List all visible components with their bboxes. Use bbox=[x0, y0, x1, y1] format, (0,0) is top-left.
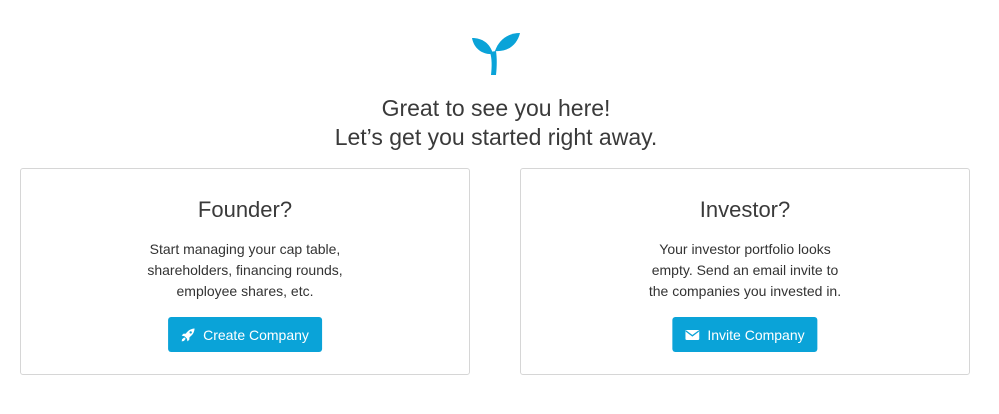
invite-company-label: Invite Company bbox=[707, 326, 805, 343]
envelope-icon bbox=[685, 328, 700, 342]
invite-company-button[interactable]: Invite Company bbox=[672, 317, 818, 352]
founder-description-line: shareholders, financing rounds, bbox=[147, 262, 343, 278]
founder-card-title: Founder? bbox=[197, 197, 293, 222]
investor-card-description: Your investor portfolio looks empty. Sen… bbox=[625, 239, 865, 302]
founder-description-line: Start managing your cap table, bbox=[149, 241, 341, 257]
create-company-button[interactable]: Create Company bbox=[168, 317, 322, 352]
rocket-icon bbox=[181, 328, 195, 342]
founder-card: Founder? Start managing your cap table, … bbox=[20, 168, 470, 375]
investor-card-title: Investor? bbox=[699, 197, 791, 222]
create-company-label: Create Company bbox=[203, 326, 309, 343]
investor-description-line: the companies you invested in. bbox=[648, 283, 842, 299]
founder-description-line: employee shares, etc. bbox=[176, 283, 314, 299]
investor-description-line: Your investor portfolio looks bbox=[659, 241, 831, 257]
welcome-line-2: Let’s get you started right away. bbox=[334, 124, 658, 150]
welcome-line-1: Great to see you here! bbox=[381, 95, 611, 121]
founder-card-description: Start managing your cap table, sharehold… bbox=[125, 239, 365, 302]
investor-description-line: empty. Send an email invite to bbox=[651, 262, 839, 278]
sprout-logo-icon bbox=[471, 32, 521, 76]
welcome-heading: Great to see you here! Let’s get you sta… bbox=[0, 94, 992, 152]
investor-card: Investor? Your investor portfolio looks … bbox=[520, 168, 970, 375]
